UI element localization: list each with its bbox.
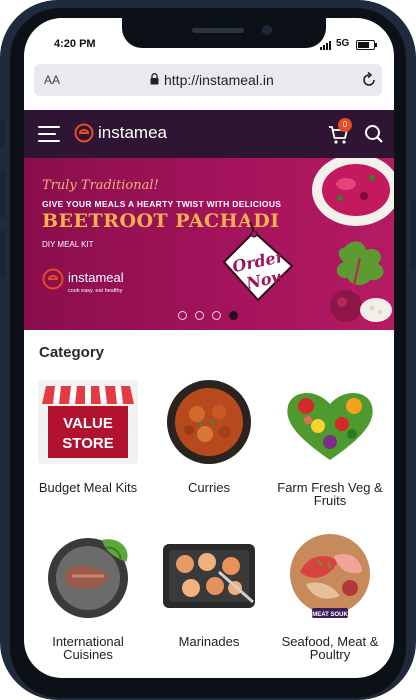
value-store-icon: VALUE STORE (38, 380, 138, 464)
meat-souk-badge: MEAT SOUK (312, 612, 348, 618)
category-international-cuisines[interactable]: International Cuisines (30, 532, 146, 661)
phone-screen: 4:20 PM 5G AA http://instameal.in instam… (24, 18, 394, 678)
power-button (411, 200, 416, 270)
category-seafood-meat-poultry[interactable]: MEAT SOUK Seafood, Meat & Poultry (272, 532, 388, 661)
category-label: Marinades (178, 634, 240, 649)
category-farm-fresh[interactable]: Farm Fresh Veg & Fruits (272, 378, 388, 507)
international-plate-icon (48, 538, 128, 618)
cart-count-badge: 0 (338, 118, 352, 132)
banner-logo-mark-icon (42, 268, 64, 290)
category-label: International Cuisines (52, 634, 124, 662)
beetroot-vegetables-image (330, 241, 392, 322)
carousel-dots (178, 311, 242, 321)
carousel-dot-active[interactable] (229, 311, 238, 320)
menu-icon[interactable] (38, 124, 60, 142)
value-store-sign-line2: STORE (62, 435, 113, 452)
brand-name: instamea (98, 123, 167, 142)
promo-banner[interactable]: Truly Traditional! GIVE YOUR MEALS A HEA… (24, 158, 394, 330)
category-label: Seafood, Meat & Poultry (281, 634, 379, 662)
banner-tagline: Truly Traditional! (42, 178, 159, 193)
value-store-sign-line1: VALUE (63, 415, 113, 432)
category-budget-meal-kits[interactable]: VALUE STORE Budget Meal Kits (30, 378, 146, 494)
logo-mark-icon (74, 123, 94, 143)
volume-down-button (0, 230, 5, 278)
category-heading: Category (39, 344, 105, 361)
banner-logo-name: instameal (68, 270, 124, 285)
category-label: Farm Fresh Veg & Fruits (277, 480, 383, 508)
meat-platter-icon: MEAT SOUK (290, 534, 370, 618)
carousel-dot[interactable] (178, 311, 187, 320)
status-bar: 4:20 PM 5G (24, 18, 394, 64)
battery-icon (356, 40, 377, 50)
site-header: instamea 0 (24, 110, 394, 158)
reload-icon[interactable] (360, 71, 378, 89)
category-label: Curries (188, 480, 230, 495)
curry-bowl-icon (167, 380, 251, 464)
lock-icon (150, 73, 159, 85)
address-bar[interactable]: AA http://instameal.in (34, 64, 382, 96)
url-text[interactable]: http://instameal.in (164, 72, 274, 88)
banner-logo-tagline: cook easy. eat healthy (68, 288, 123, 294)
carousel-dot[interactable] (212, 311, 221, 320)
volume-up-button (0, 170, 5, 218)
marinade-tray-icon (163, 544, 255, 608)
banner-subtitle: GIVE YOUR MEALS A HEARTY TWIST WITH DELI… (42, 199, 282, 209)
vegetables-heart-icon (287, 392, 373, 460)
carousel-dot[interactable] (195, 311, 204, 320)
category-marinades[interactable]: Marinades (151, 532, 267, 648)
search-icon[interactable] (364, 124, 384, 144)
status-time: 4:20 PM (54, 38, 96, 50)
banner-kit-label: DIY MEAL KIT (42, 240, 94, 249)
category-curries[interactable]: Curries (151, 378, 267, 494)
text-size-button[interactable]: AA (44, 73, 60, 87)
signal-icon (320, 41, 334, 50)
order-now-tag[interactable]: Order Now (220, 218, 296, 304)
mute-switch (0, 120, 5, 148)
category-label: Budget Meal Kits (38, 480, 138, 495)
beetroot-dish-image (312, 158, 394, 226)
banner-logo: instameal cook easy. eat healthy (42, 268, 162, 298)
network-type: 5G (336, 38, 350, 49)
